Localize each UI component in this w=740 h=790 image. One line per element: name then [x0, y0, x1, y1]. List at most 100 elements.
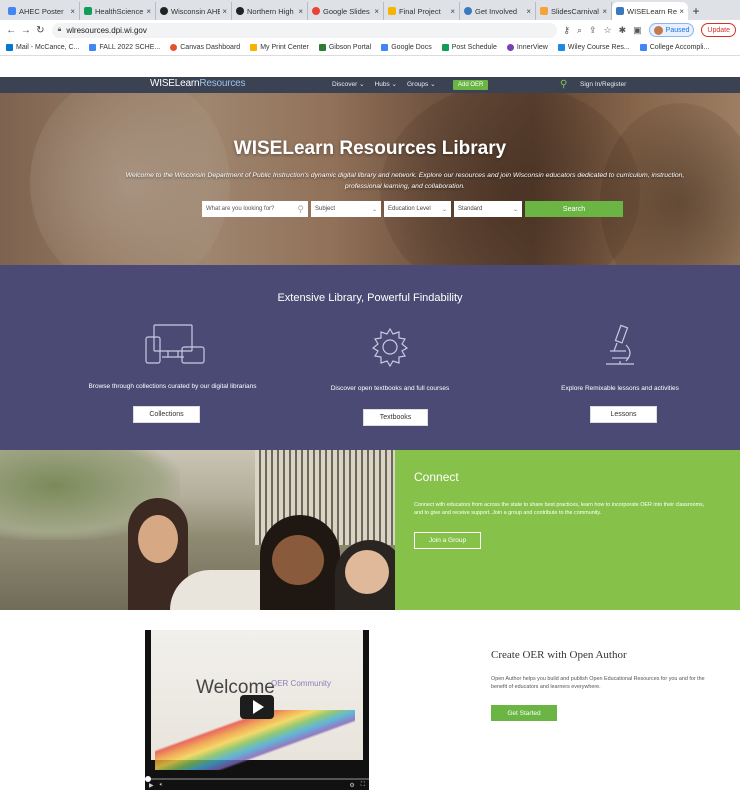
volume-icon[interactable]: 🔈︎ — [160, 782, 164, 789]
select-label: Subject — [315, 206, 336, 212]
browser-tab[interactable]: Northern High × — [232, 2, 308, 20]
nav-hubs[interactable]: Hubs ⌄ — [375, 80, 397, 88]
close-icon[interactable]: × — [298, 7, 303, 16]
search-bar: What are you looking for? ⚲ Subject ⌄ Educ… — [202, 201, 623, 217]
open-author-text: Open Author helps you build and publish … — [491, 676, 705, 690]
reload-icon[interactable]: ↻ — [33, 22, 48, 38]
docs-icon — [381, 44, 389, 51]
bookmark-item[interactable]: FALL 2022 SCHE... — [89, 44, 160, 51]
features-title: Extensive Library, Powerful Findability — [277, 292, 463, 304]
canvas-icon — [170, 44, 178, 51]
profile-button[interactable]: Paused — [648, 23, 695, 37]
browser-tab[interactable]: SlidesCarnival × — [536, 2, 612, 20]
lessons-button[interactable]: Lessons — [590, 406, 657, 423]
bookmark-item[interactable]: Wiley Course Res... — [557, 44, 630, 51]
play-button[interactable] — [240, 695, 274, 719]
bookmark-label: FALL 2022 SCHE... — [99, 44, 161, 51]
browser-tab[interactable]: HealthScience × — [80, 2, 156, 20]
video-player[interactable]: Welcome OER Community ▶ 🔈︎ ⚙ ⛶ — [145, 630, 369, 790]
star-icon[interactable]: ☆ — [604, 25, 612, 36]
update-button[interactable]: Update — [701, 23, 736, 37]
collections-button[interactable]: Collections — [133, 406, 200, 423]
print-icon — [250, 44, 258, 51]
browser-tab-strip: AHEC Poster × HealthScience × Wisconsin AH… — [0, 0, 740, 20]
search-input[interactable]: What are you looking for? ⚲ — [202, 201, 308, 217]
bookmark-label: Mail - McCance, C... — [16, 44, 80, 51]
browser-tab[interactable]: Final Project × — [384, 2, 460, 20]
sign-in-link[interactable]: Sign In/Register — [580, 81, 626, 88]
education-level-select[interactable]: Education Level ⌄ — [384, 201, 451, 217]
close-icon[interactable]: × — [526, 7, 531, 16]
nav-discover[interactable]: Discover ⌄ — [332, 80, 365, 88]
subject-select[interactable]: Subject ⌄ — [311, 201, 381, 217]
profile-status: Paused — [665, 26, 690, 34]
close-icon[interactable]: × — [602, 7, 607, 16]
bookmark-label: College Accompli... — [649, 44, 710, 51]
standard-select[interactable]: Standard ⌄ — [454, 201, 522, 217]
search-icon[interactable]: ⚲ — [560, 79, 567, 90]
add-oer-button[interactable]: Add OER — [453, 80, 489, 90]
browser-tab-active[interactable]: WISELearn Re × — [612, 2, 688, 20]
site-nav: Discover ⌄ Hubs ⌄ Groups ⌄ — [332, 80, 436, 88]
wiley-icon — [557, 44, 565, 51]
search-button[interactable]: Search — [525, 201, 623, 217]
back-arrow-icon[interactable]: ← — [4, 22, 19, 38]
bookmark-item[interactable]: InnerView — [506, 44, 548, 51]
sidepanel-icon[interactable]: ▣ — [633, 25, 642, 36]
browser-tab[interactable]: Google Slides × — [308, 2, 384, 20]
bookmark-item[interactable]: Post Schedule — [441, 44, 497, 51]
nav-groups[interactable]: Groups ⌄ — [407, 80, 436, 88]
tab-title: HealthScience — [95, 6, 144, 16]
magnifier-icon: ⚲ — [297, 203, 304, 214]
close-icon[interactable]: × — [450, 7, 455, 16]
connect-title: Connect — [414, 470, 459, 484]
bookmark-item[interactable]: College Accompli... — [639, 44, 710, 51]
bookmark-item[interactable]: Google Docs — [381, 44, 432, 51]
close-icon[interactable]: × — [374, 7, 379, 16]
browser-tab[interactable]: Wisconsin AHE × — [156, 2, 232, 20]
site-logo[interactable]: WISELearnResources — [150, 78, 246, 89]
bookmark-item[interactable]: Canvas Dashboard — [170, 44, 240, 51]
connect-section: Connect Connect with educators from acro… — [395, 450, 740, 610]
tab-title: Final Project — [399, 6, 441, 16]
get-started-button[interactable]: Get Started — [491, 705, 557, 721]
browser-tab[interactable]: AHEC Poster × — [4, 2, 80, 20]
bookmark-label: Wiley Course Res... — [567, 44, 630, 51]
forward-arrow-icon[interactable]: → — [19, 22, 34, 38]
textbooks-button[interactable]: Textbooks — [363, 409, 428, 426]
settings-icon[interactable]: ⚙ — [349, 782, 354, 789]
hero-banner: WISELearn Resources Library Welcome to t… — [0, 93, 740, 265]
close-icon[interactable]: × — [222, 7, 227, 16]
address-bar[interactable]: 🔒︎ wlresources.dpi.wi.gov — [51, 22, 558, 38]
play-small-icon[interactable]: ▶ — [149, 782, 154, 789]
bookmark-item[interactable]: My Print Center — [250, 44, 309, 51]
close-icon[interactable]: × — [679, 7, 684, 16]
tab-favicon-icon — [388, 7, 396, 15]
browser-tab[interactable]: Get Involved × — [460, 2, 536, 20]
page-title: WISELearn Resources Library — [233, 138, 507, 159]
zoom-icon[interactable]: ⌕ — [577, 25, 582, 36]
logo-bold-text: WISELearn — [150, 78, 200, 89]
tab-title: Get Involved — [475, 6, 518, 16]
search-placeholder: What are you looking for? — [206, 206, 275, 212]
share-icon[interactable]: ⇪ — [589, 25, 597, 36]
bookmark-item[interactable]: Mail - McCance, C... — [6, 44, 79, 51]
bookmarks-bar: Mail - McCance, C... FALL 2022 SCHE... C… — [0, 40, 740, 56]
key-icon[interactable]: ⚷ — [563, 25, 570, 36]
new-tab-icon[interactable]: + — [688, 2, 704, 20]
tab-favicon-icon — [160, 7, 168, 15]
close-icon[interactable]: × — [146, 7, 151, 16]
bookmark-label: Post Schedule — [451, 44, 497, 51]
tab-favicon-icon — [236, 7, 244, 15]
gear-icon — [371, 327, 409, 368]
feature-text: Browse through collections curated by ou… — [88, 383, 257, 390]
photo-student-face — [272, 535, 324, 585]
bookmark-item[interactable]: Gibson Portal — [318, 44, 371, 51]
chevron-down-icon: ⌄ — [512, 206, 518, 213]
join-group-button[interactable]: Join a Group — [414, 532, 481, 549]
close-icon[interactable]: × — [70, 7, 75, 16]
fullscreen-icon[interactable]: ⛶ — [361, 782, 365, 789]
extensions-icon[interactable]: ✱ — [619, 25, 627, 36]
shield-icon — [318, 44, 326, 51]
open-author-title: Create OER with Open Author — [491, 649, 627, 661]
